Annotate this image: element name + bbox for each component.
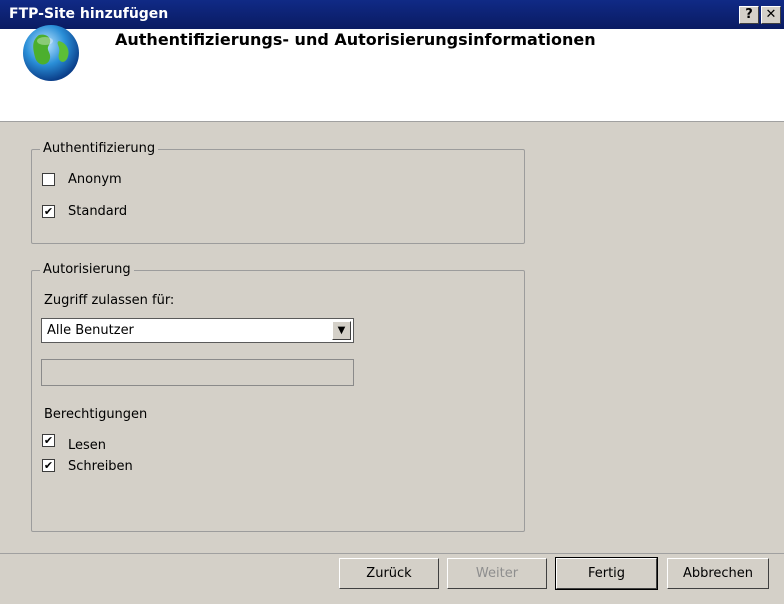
authorization-legend: Autorisierung	[40, 262, 134, 277]
standard-checkbox[interactable]: ✔	[42, 205, 55, 218]
page-title: Authentifizierungs- und Autorisierungsin…	[115, 30, 596, 49]
read-label: Lesen	[68, 438, 107, 453]
permissions-label: Berechtigungen	[44, 407, 148, 422]
access-select[interactable]: Alle Benutzer ▼	[41, 318, 354, 343]
back-button[interactable]: Zurück	[339, 558, 439, 589]
read-checkbox[interactable]: ✔	[42, 434, 55, 447]
users-input[interactable]	[41, 359, 354, 386]
authentication-legend: Authentifizierung	[40, 141, 159, 156]
write-checkbox[interactable]: ✔	[42, 459, 55, 472]
write-label: Schreiben	[68, 459, 133, 474]
access-select-value: Alle Benutzer	[47, 323, 134, 338]
window-title: FTP-Site hinzufügen	[9, 6, 169, 22]
standard-label: Standard	[68, 204, 128, 219]
help-button[interactable]: ?	[739, 6, 759, 24]
close-button[interactable]: ✕	[761, 6, 781, 24]
access-label: Zugriff zulassen für:	[44, 293, 175, 308]
finish-button[interactable]: Fertig	[555, 557, 658, 590]
authorization-group	[31, 270, 525, 532]
cancel-button[interactable]: Abbrechen	[667, 558, 769, 589]
globe-icon	[23, 25, 79, 81]
chevron-down-icon[interactable]: ▼	[332, 321, 351, 340]
next-button[interactable]: Weiter	[447, 558, 547, 589]
anonym-label: Anonym	[68, 172, 122, 187]
authentication-group	[31, 149, 525, 244]
anonym-checkbox[interactable]	[42, 173, 55, 186]
